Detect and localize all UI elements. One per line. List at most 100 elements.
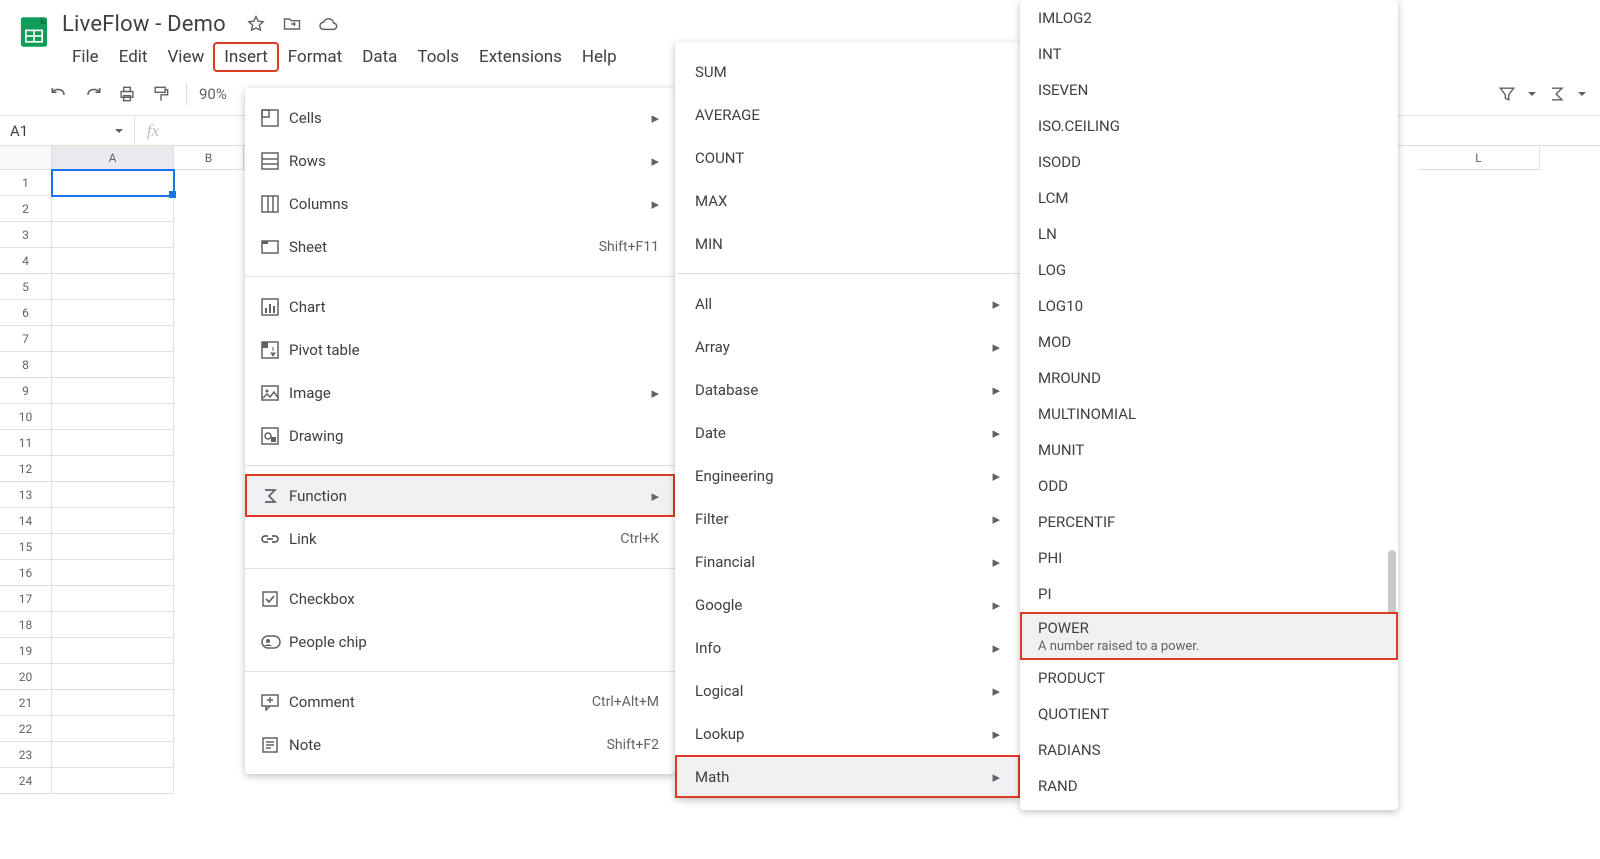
row-header[interactable]: 4 [0,248,52,274]
insert-link[interactable]: LinkCtrl+K [245,517,675,560]
cell[interactable] [52,196,174,222]
fn-filter[interactable]: Filter▸ [675,497,1020,540]
cell[interactable] [52,664,174,690]
math-fn-log10[interactable]: LOG10 [1020,288,1398,324]
fn-logical[interactable]: Logical▸ [675,669,1020,712]
functions-icon[interactable] [1540,77,1574,111]
redo-button[interactable] [76,77,110,111]
row-header[interactable]: 9 [0,378,52,404]
math-fn-product[interactable]: PRODUCT [1020,660,1398,696]
row-header[interactable]: 18 [0,612,52,638]
insert-pivot[interactable]: Pivot table [245,328,675,371]
cell[interactable] [52,248,174,274]
math-fn-munit[interactable]: MUNIT [1020,432,1398,468]
cloud-status-icon[interactable] [316,12,340,36]
select-all-corner[interactable] [0,146,52,170]
row-header[interactable]: 23 [0,742,52,768]
insert-checkbox[interactable]: Checkbox [245,577,675,620]
cell[interactable] [52,586,174,612]
cell[interactable] [52,222,174,248]
math-fn-isodd[interactable]: ISODD [1020,144,1398,180]
math-fn-quotient[interactable]: QUOTIENT [1020,696,1398,732]
cell[interactable] [52,534,174,560]
math-fn-lcm[interactable]: LCM [1020,180,1398,216]
cell[interactable] [52,508,174,534]
fn-count[interactable]: COUNT [675,136,1020,179]
menu-data[interactable]: Data [352,43,407,71]
menu-tools[interactable]: Tools [407,43,469,71]
row-header[interactable]: 19 [0,638,52,664]
insert-people-chip[interactable]: People chip [245,620,675,663]
math-fn-power[interactable]: POWERA number raised to a power. [1020,612,1398,660]
filter-icon[interactable] [1490,77,1524,111]
fn-info[interactable]: Info▸ [675,626,1020,669]
row-header[interactable]: 24 [0,768,52,794]
row-header[interactable]: 13 [0,482,52,508]
row-header[interactable]: 5 [0,274,52,300]
insert-function[interactable]: Function▸ [245,474,675,517]
insert-image[interactable]: Image▸ [245,371,675,414]
functions-dropdown-icon[interactable] [1574,77,1590,111]
menu-help[interactable]: Help [572,43,627,71]
insert-columns[interactable]: Columns▸ [245,182,675,225]
cell[interactable] [52,430,174,456]
fn-lookup[interactable]: Lookup▸ [675,712,1020,755]
row-header[interactable]: 20 [0,664,52,690]
math-fn-iso-ceiling[interactable]: ISO.CEILING [1020,108,1398,144]
print-button[interactable] [110,77,144,111]
filter-dropdown-icon[interactable] [1524,77,1540,111]
cell[interactable] [52,274,174,300]
cell[interactable] [52,768,174,794]
cell[interactable] [52,326,174,352]
sheets-logo[interactable] [14,12,54,52]
row-header[interactable]: 14 [0,508,52,534]
cell[interactable] [52,404,174,430]
row-header[interactable]: 10 [0,404,52,430]
row-header[interactable]: 3 [0,222,52,248]
row-header[interactable]: 22 [0,716,52,742]
math-fn-phi[interactable]: PHI [1020,540,1398,576]
cell[interactable] [52,300,174,326]
row-header[interactable]: 2 [0,196,52,222]
fn-min[interactable]: MIN [675,222,1020,265]
math-fn-imlog2[interactable]: IMLOG2 [1020,0,1398,36]
fn-average[interactable]: AVERAGE [675,93,1020,136]
fn-date[interactable]: Date▸ [675,411,1020,454]
row-header[interactable]: 6 [0,300,52,326]
math-fn-ln[interactable]: LN [1020,216,1398,252]
cell[interactable] [52,742,174,768]
cell[interactable] [52,612,174,638]
math-fn-multinomial[interactable]: MULTINOMIAL [1020,396,1398,432]
doc-title[interactable]: LiveFlow - Demo [62,12,226,37]
math-fn-radians[interactable]: RADIANS [1020,732,1398,768]
cell[interactable] [52,482,174,508]
insert-comment[interactable]: CommentCtrl+Alt+M [245,680,675,723]
insert-chart[interactable]: Chart [245,285,675,328]
cell[interactable] [52,716,174,742]
row-header[interactable]: 11 [0,430,52,456]
insert-rows[interactable]: Rows▸ [245,139,675,182]
cell[interactable] [52,456,174,482]
cell[interactable] [52,690,174,716]
zoom-value[interactable]: 90% [195,85,231,103]
menu-view[interactable]: View [157,43,214,71]
insert-sheet[interactable]: SheetShift+F11 [245,225,675,268]
math-fn-percentif[interactable]: PERCENTIF [1020,504,1398,540]
move-folder-icon[interactable] [280,12,304,36]
row-header[interactable]: 7 [0,326,52,352]
cell[interactable] [52,638,174,664]
math-fn-iseven[interactable]: ISEVEN [1020,72,1398,108]
fn-all[interactable]: All▸ [675,282,1020,325]
fn-max[interactable]: MAX [675,179,1020,222]
row-header[interactable]: 21 [0,690,52,716]
math-fn-int[interactable]: INT [1020,36,1398,72]
row-header[interactable]: 12 [0,456,52,482]
row-header[interactable]: 1 [0,170,52,196]
col-header-l[interactable]: L [1418,146,1540,170]
math-fn-log[interactable]: LOG [1020,252,1398,288]
cell[interactable] [52,352,174,378]
menu-extensions[interactable]: Extensions [469,43,572,71]
insert-cells[interactable]: Cells▸ [245,96,675,139]
math-fn-mod[interactable]: MOD [1020,324,1398,360]
menu-format[interactable]: Format [278,43,352,71]
